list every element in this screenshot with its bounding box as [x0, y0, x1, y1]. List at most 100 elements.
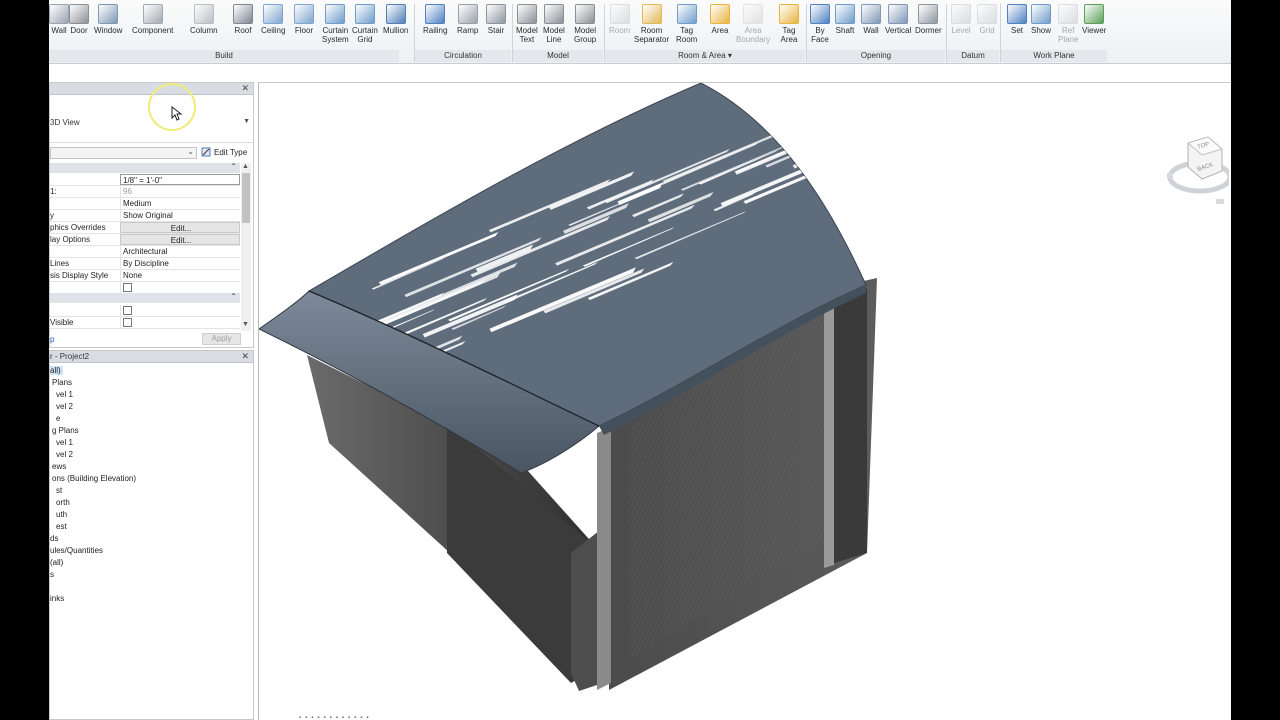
ribbon-tool-set[interactable]: Set — [1007, 2, 1027, 35]
ribbon-tool-area-boundary[interactable]: Area Boundary — [736, 2, 770, 44]
ribbon-tool-tag-area[interactable]: Tag Area — [779, 2, 799, 44]
ribbon-tool-room[interactable]: Room — [609, 2, 630, 35]
browser-tree-item[interactable]: e — [56, 414, 60, 423]
apply-button[interactable]: Apply — [202, 333, 241, 345]
property-row: Lines By Discipline — [50, 258, 240, 270]
ribbon-tool-ramp[interactable]: Ramp — [457, 2, 478, 35]
properties-help-link[interactable]: p — [50, 335, 54, 344]
scroll-down-icon[interactable]: ▼ — [242, 321, 249, 328]
browser-tree-item[interactable]: st — [56, 486, 62, 495]
3d-model-view[interactable] — [259, 83, 1231, 720]
ribbon-tool-curtain-grid[interactable]: Curtain Grid — [352, 2, 378, 44]
browser-tree-item[interactable]: ews — [52, 462, 66, 471]
browser-tree-item[interactable]: uth — [56, 510, 67, 519]
browser-tree-item[interactable]: est — [56, 522, 67, 531]
project-browser: r - Project2 ✕ all) Plans vel 1 vel 2 e g Pla… — [49, 350, 254, 720]
ribbon-tool-grid[interactable]: Grid — [977, 2, 997, 35]
checkbox[interactable] — [123, 283, 132, 292]
browser-tree-item[interactable]: vel 2 — [56, 450, 73, 459]
ribbon-tool-door[interactable]: Door — [69, 2, 89, 35]
ribbon-panel-label[interactable]: Model — [513, 51, 603, 60]
ribbon-tool-sublabel: Grid — [357, 35, 373, 44]
ribbon-tool-tag-room[interactable]: Tag Room — [676, 2, 697, 44]
viewcube[interactable]: TOP BACK — [1164, 133, 1229, 213]
properties-group-header-2[interactable]: ⌃ — [50, 292, 240, 303]
browser-tree-item[interactable]: Plans — [52, 378, 72, 387]
scroll-up-icon[interactable]: ▲ — [242, 163, 249, 170]
ribbon-tool-show[interactable]: Show — [1031, 2, 1051, 35]
ribbon-panel-label[interactable]: Opening — [807, 51, 945, 60]
ribbon-tool-ref-plane[interactable]: Ref Plane — [1058, 2, 1078, 44]
ribbon-tool-column[interactable]: Column — [190, 2, 218, 35]
viewcube-menu-icon[interactable] — [1216, 199, 1224, 204]
properties-scrollbar[interactable]: ▲ ▼ — [241, 163, 251, 331]
ribbon-tool-ceiling[interactable]: Ceiling — [261, 2, 285, 35]
ribbon-tool-model-text[interactable]: Model Text — [516, 2, 538, 44]
viewcube-home-icon[interactable] — [1167, 173, 1173, 179]
ribbon-tool-label: Model — [516, 26, 538, 35]
property-row: lay Options Edit... — [50, 234, 240, 246]
ribbon-tool-viewer[interactable]: Viewer — [1082, 2, 1106, 35]
browser-tree-item[interactable]: vel 1 — [56, 438, 73, 447]
edit-type-button[interactable]: Edit Type — [201, 147, 247, 157]
properties-group-header[interactable]: ⌃ — [50, 162, 240, 173]
collapse-icon[interactable]: ⌃ — [230, 162, 237, 171]
collapse-icon[interactable]: ⌃ — [230, 292, 237, 301]
ribbon-tool-component[interactable]: Component — [132, 2, 173, 35]
chevron-down-icon[interactable]: ⌄ — [187, 147, 194, 156]
close-icon[interactable]: ✕ — [241, 351, 249, 362]
browser-tree-item[interactable]: orth — [56, 498, 70, 507]
ribbon-tool-mullion[interactable]: Mullion — [383, 2, 408, 35]
scroll-thumb[interactable] — [242, 173, 250, 223]
ribbon-tool-roof[interactable]: Roof — [233, 2, 253, 35]
railing-icon — [425, 4, 446, 24]
ribbon-tool-dormer[interactable]: Dormer — [915, 2, 942, 35]
view-control-bar[interactable]: ▪▪▪▪▪▪▪▪▪▪▪▪ — [299, 715, 499, 720]
ribbon-tool-wall[interactable]: Wall — [49, 2, 69, 35]
ribbon-panel-label[interactable]: Room & Area ▾ — [605, 51, 805, 60]
browser-tree-item[interactable]: ules/Quantities — [50, 546, 103, 555]
ribbon-tool-stair[interactable]: Stair — [486, 2, 506, 35]
edit-button[interactable]: Edit... — [120, 222, 240, 233]
ref-plane-icon — [1058, 4, 1079, 24]
ribbon-tool-window[interactable]: Window — [94, 2, 122, 35]
ribbon-tool-shaft[interactable]: Shaft — [835, 2, 855, 35]
checkbox[interactable] — [123, 318, 132, 327]
ribbon-panel-label[interactable]: Datum — [947, 51, 999, 60]
3d-viewport[interactable]: TOP BACK ▪▪▪▪▪▪▪▪▪▪▪▪ — [258, 82, 1231, 720]
ribbon-tool-vertical[interactable]: Vertical — [885, 2, 911, 35]
browser-tree-item[interactable]: ons (Building Elevation) — [52, 474, 136, 483]
ribbon-tool-wall-opening[interactable]: Wall — [861, 2, 881, 35]
ribbon-panel-label[interactable]: Circulation — [415, 51, 511, 60]
ribbon-panel-label[interactable]: Build — [49, 51, 399, 60]
checkbox[interactable] — [123, 306, 132, 315]
property-value[interactable]: 1/8" = 1'-0" — [120, 174, 240, 185]
browser-tree-item[interactable]: g Plans — [52, 426, 79, 435]
chevron-down-icon[interactable]: ▼ — [243, 118, 250, 125]
ribbon-tool-level[interactable]: Level — [951, 2, 971, 35]
ribbon-tool-area[interactable]: Area — [710, 2, 730, 35]
browser-tree-item[interactable]: ds — [50, 534, 58, 543]
property-value[interactable] — [120, 282, 240, 293]
browser-tree-item[interactable]: (all) — [50, 558, 63, 567]
ribbon-tool-curtain-system[interactable]: Curtain System — [322, 2, 349, 44]
ribbon-tool-floor[interactable]: Floor — [294, 2, 314, 35]
ribbon-tool-room-separator[interactable]: Room Separator — [634, 2, 669, 44]
edit-button[interactable]: Edit... — [120, 234, 240, 245]
browser-tree-item[interactable]: vel 1 — [56, 390, 73, 399]
ribbon-tool-sublabel: Area — [780, 35, 798, 44]
ribbon-panel-label[interactable]: Work Plane — [1001, 51, 1107, 60]
ribbon-tool-model-line[interactable]: Model Line — [543, 2, 565, 44]
ribbon-tool-railing[interactable]: Railing — [423, 2, 447, 35]
close-icon[interactable]: ✕ — [241, 83, 249, 94]
ribbon-tool-model-group[interactable]: Model Group — [574, 2, 596, 44]
browser-tree-item[interactable]: vel 2 — [56, 402, 73, 411]
property-value[interactable] — [120, 305, 240, 316]
browser-tree-item[interactable]: inks — [50, 594, 64, 603]
ribbon-tool-by-face[interactable]: By Face — [810, 2, 830, 44]
property-value[interactable] — [120, 317, 240, 328]
browser-tree-item[interactable]: all) — [50, 366, 63, 375]
property-value: 96 — [120, 186, 240, 197]
browser-tree-item[interactable]: s — [50, 570, 54, 579]
instance-filter-dropdown[interactable]: ⌄ — [50, 147, 197, 159]
